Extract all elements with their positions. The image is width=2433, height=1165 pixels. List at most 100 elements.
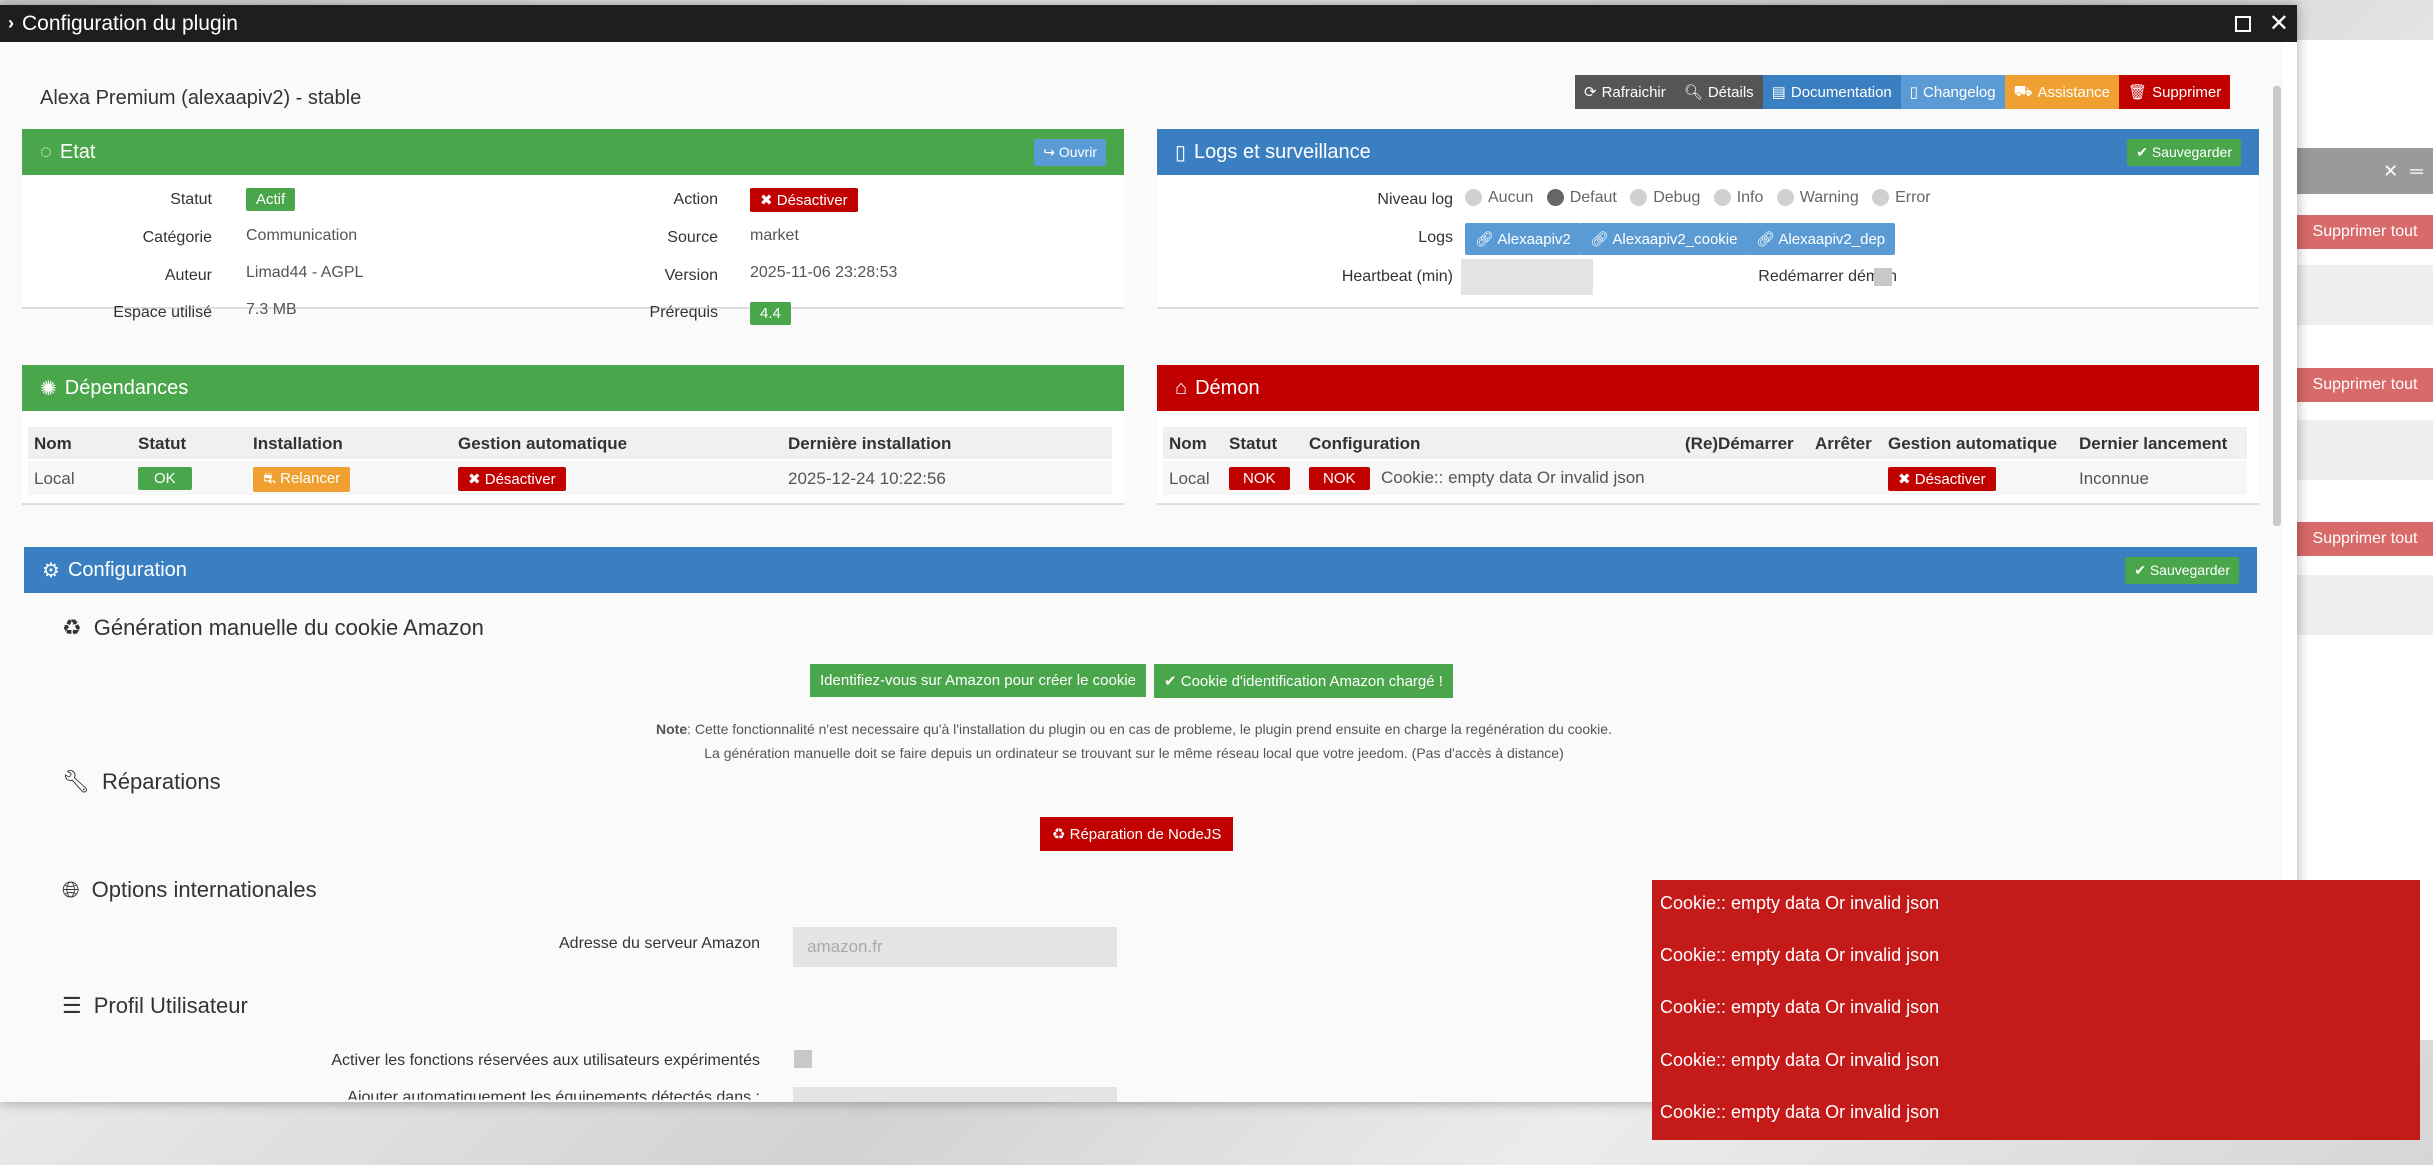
server-address-label: Adresse du serveur Amazon bbox=[559, 935, 760, 952]
table-header: Installation bbox=[253, 434, 343, 453]
radio-info[interactable]: Info bbox=[1713, 189, 1763, 207]
maximize-icon[interactable] bbox=[2234, 15, 2251, 32]
dep-deactivate-button[interactable]: ✖ Désactiver bbox=[458, 467, 566, 491]
source-label: Source bbox=[667, 229, 718, 246]
demon-panel: ⌂ Démon Nom Statut Configuration (Re)Dém… bbox=[1157, 365, 2259, 505]
identify-amazon-button[interactable]: Identifiez-vous sur Amazon pour créer le… bbox=[810, 664, 1146, 697]
toast-container: Cookie:: empty data Or invalid json Cook… bbox=[1652, 880, 2420, 1140]
server-address-input[interactable]: amazon.fr bbox=[793, 927, 1117, 967]
logs-title: Logs et surveillance bbox=[1194, 140, 1371, 163]
radio-debug[interactable]: Debug bbox=[1630, 189, 1700, 207]
background-field bbox=[2297, 265, 2433, 325]
log-file-button[interactable]: 🔗︎ Alexaapiv2 bbox=[1465, 223, 1581, 255]
demon-config-badge: NOK bbox=[1309, 467, 1370, 490]
dependances-title: Dépendances bbox=[64, 376, 189, 399]
configuration-header: ⚙ Configuration ✔ Sauvegarder bbox=[24, 547, 2257, 593]
search-icon: 🔍︎ bbox=[1683, 84, 1703, 101]
delete-all-button[interactable]: Supprimer tout bbox=[2297, 368, 2433, 402]
delete-button[interactable]: 🗑︎ Supprimer bbox=[2119, 75, 2231, 109]
radio-defaut[interactable]: Defaut bbox=[1546, 189, 1617, 207]
close-icon[interactable]: ✕ bbox=[2383, 161, 2398, 182]
statut-badge: Actif bbox=[246, 188, 296, 211]
documentation-button[interactable]: ▤ Documentation bbox=[1762, 75, 1901, 109]
table-header: Arrêter bbox=[1815, 434, 1872, 453]
table-header: Dernier lancement bbox=[2079, 434, 2228, 453]
version-label: Version bbox=[664, 267, 718, 284]
book-icon: ▤ bbox=[1771, 84, 1786, 101]
prerequis-label: Prérequis bbox=[649, 304, 718, 321]
dependances-header: ✺ Dépendances bbox=[22, 365, 1124, 411]
trash-icon: 🗑︎ bbox=[2128, 84, 2148, 101]
radio-aucun[interactable]: Aucun bbox=[1465, 189, 1533, 207]
etat-title: Etat bbox=[59, 140, 96, 163]
dependances-panel: ✺ Dépendances Nom Statut Installation Ge… bbox=[22, 365, 1124, 505]
delete-all-button[interactable]: Supprimer tout bbox=[2297, 522, 2433, 556]
globe-icon: 🌐︎ bbox=[62, 877, 80, 902]
relaunch-button[interactable]: ⛐ Relancer bbox=[253, 467, 351, 492]
demon-deactivate-button[interactable]: ✖ Désactiver bbox=[1888, 467, 1996, 491]
log-level-radios: Aucun Defaut Debug Info Warning Error bbox=[1465, 189, 1931, 207]
scrollbar[interactable] bbox=[2273, 86, 2281, 526]
file-icon: ▯ bbox=[1175, 141, 1187, 164]
radio-warning[interactable]: Warning bbox=[1776, 189, 1859, 207]
expert-checkbox[interactable] bbox=[794, 1050, 812, 1068]
table-header: Statut bbox=[1229, 434, 1278, 453]
repair-nodejs-button[interactable]: ♻ Réparation de NodeJS bbox=[1040, 817, 1234, 851]
log-file-button[interactable]: 🔗︎ Alexaapiv2_cookie bbox=[1580, 223, 1748, 255]
modal-titlebar: › Configuration du plugin ✕ bbox=[0, 5, 2297, 42]
demon-status-badge: NOK bbox=[1229, 467, 1290, 490]
logs-panel: ▯ Logs et surveillance ✔ Sauvegarder Niv… bbox=[1157, 129, 2259, 309]
auto-add-select[interactable] bbox=[793, 1087, 1117, 1102]
espace-label: Espace utilisé bbox=[113, 304, 212, 321]
categorie-value: Communication bbox=[246, 227, 358, 244]
radio-error[interactable]: Error bbox=[1872, 189, 1931, 207]
auteur-value: Limad44 - AGPL bbox=[246, 264, 364, 281]
refresh-icon: ⟳ bbox=[1584, 84, 1597, 101]
error-toast[interactable]: Cookie:: empty data Or invalid json bbox=[1660, 893, 1939, 914]
niveau-log-label: Niveau log bbox=[1377, 191, 1453, 208]
plugin-title: Alexa Premium (alexaapiv2) - stable bbox=[40, 87, 362, 109]
logs-label: Logs bbox=[1418, 229, 1453, 246]
background-field bbox=[2297, 575, 2433, 635]
chevron-right-icon: › bbox=[8, 13, 14, 33]
cookie-loaded-button[interactable]: ✔ Cookie d'identification Amazon chargé … bbox=[1154, 664, 1453, 698]
dep-status-badge: OK bbox=[138, 467, 192, 490]
demon-table: Nom Statut Configuration (Re)Démarrer Ar… bbox=[1163, 427, 2253, 497]
expert-label: Activer les fonctions réservées aux util… bbox=[331, 1052, 760, 1069]
table-header: Nom bbox=[1169, 434, 1207, 453]
background-panel-header: ✕ ═ bbox=[2297, 148, 2433, 194]
etat-header: ◌ Etat ↪ Ouvrir bbox=[22, 129, 1124, 175]
auto-add-label: Ajouter automatiquement les équipements … bbox=[347, 1089, 760, 1102]
demon-config-text: Cookie:: empty data Or invalid json bbox=[1381, 468, 1645, 487]
delete-all-button[interactable]: Supprimer tout bbox=[2297, 215, 2433, 249]
error-toast[interactable]: Cookie:: empty data Or invalid json bbox=[1660, 945, 1939, 966]
deactivate-plugin-button[interactable]: ✖ Désactiver bbox=[750, 188, 858, 212]
demon-nom: Local bbox=[1169, 469, 1210, 488]
restart-daemon-checkbox[interactable] bbox=[1874, 268, 1892, 286]
heartbeat-label: Heartbeat (min) bbox=[1341, 268, 1453, 285]
cookie-section-title: ♻ Génération manuelle du cookie Amazon bbox=[62, 615, 484, 640]
config-save-button[interactable]: ✔ Sauvegarder bbox=[2125, 556, 2239, 584]
minimize-icon[interactable]: ═ bbox=[2410, 161, 2423, 182]
error-toast[interactable]: Cookie:: empty data Or invalid json bbox=[1660, 1102, 1939, 1123]
truck-icon: ⛟ bbox=[2013, 82, 2033, 100]
recycle-icon: ♻ bbox=[62, 615, 82, 640]
modal-title: Configuration du plugin bbox=[22, 11, 238, 35]
categorie-label: Catégorie bbox=[142, 229, 212, 246]
cookie-note: Note: Cette fonctionnalité n'est necessa… bbox=[656, 721, 1612, 761]
table-header: Gestion automatique bbox=[1888, 434, 2058, 453]
details-button[interactable]: 🔍︎ Détails bbox=[1674, 75, 1763, 109]
assistance-button[interactable]: ⛟ Assistance bbox=[2004, 75, 2120, 109]
changelog-button[interactable]: ▯ Changelog bbox=[1900, 75, 2005, 109]
demon-header: ⌂ Démon bbox=[1157, 365, 2259, 411]
error-toast[interactable]: Cookie:: empty data Or invalid json bbox=[1660, 997, 1939, 1018]
logs-save-button[interactable]: ✔ Sauvegarder bbox=[2127, 138, 2241, 166]
close-icon[interactable]: ✕ bbox=[2269, 11, 2289, 35]
refresh-button[interactable]: ⟳ Rafraichir bbox=[1575, 75, 1675, 109]
heartbeat-input[interactable] bbox=[1461, 259, 1593, 295]
table-header: Statut bbox=[138, 434, 187, 453]
open-button[interactable]: ↪ Ouvrir bbox=[1034, 138, 1106, 166]
log-file-button[interactable]: 🔗︎ Alexaapiv2_dep bbox=[1746, 223, 1896, 255]
profile-section-title: ☰ Profil Utilisateur bbox=[62, 993, 248, 1018]
error-toast[interactable]: Cookie:: empty data Or invalid json bbox=[1660, 1050, 1939, 1071]
